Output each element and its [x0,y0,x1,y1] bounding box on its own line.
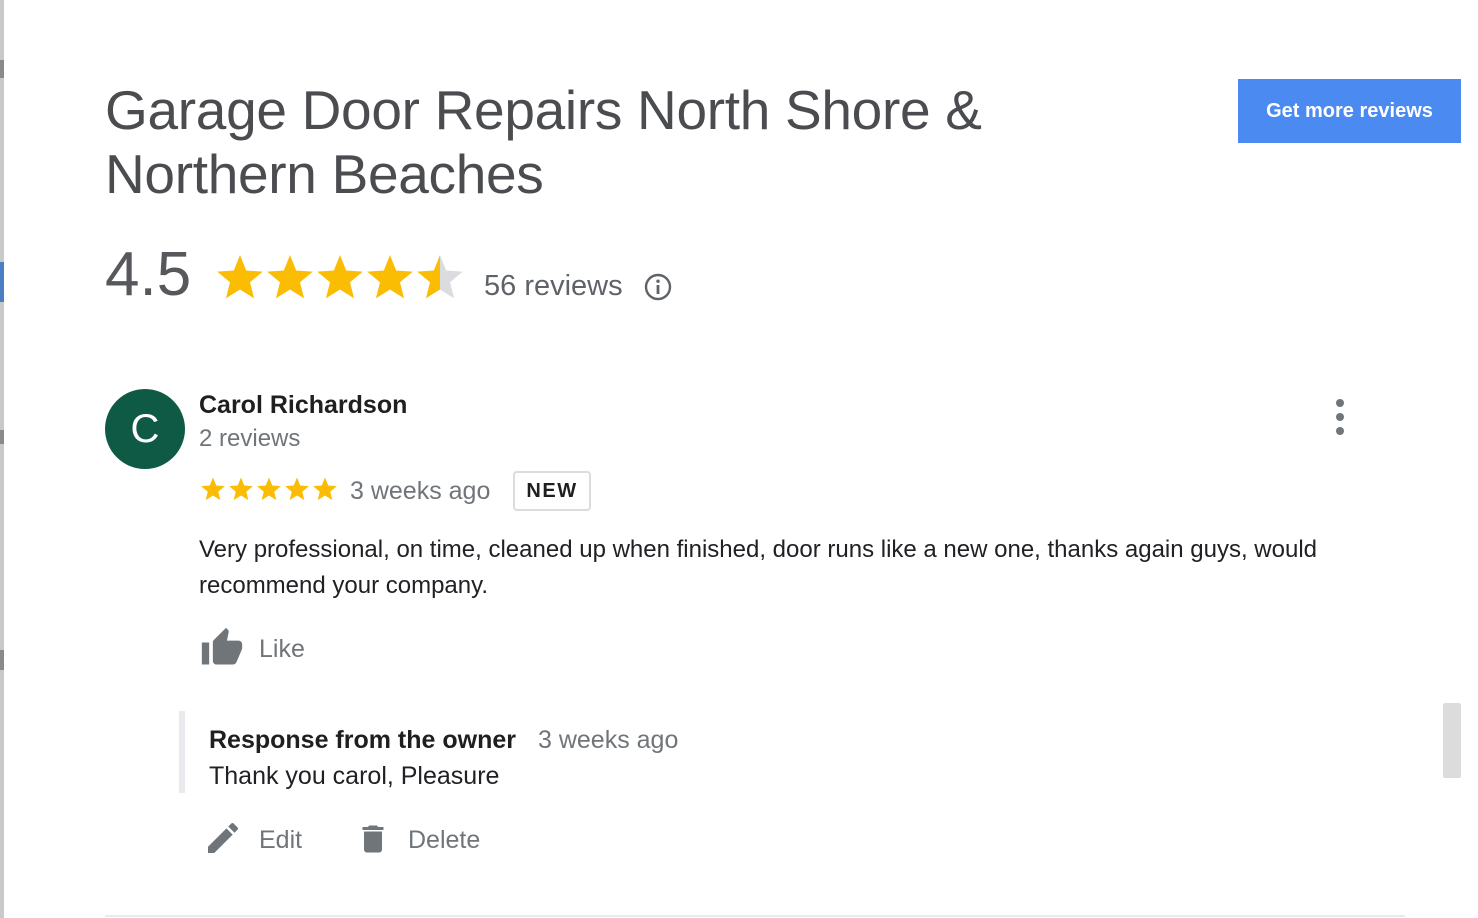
edit-response-button[interactable]: Edit [203,814,323,864]
rating-stars [217,255,463,299]
owner-response: Response from the owner 3 weeks ago Than… [179,711,1085,793]
info-circle-icon[interactable] [643,272,673,302]
pencil-icon [208,822,239,853]
more-vertical-icon[interactable] [1325,397,1355,437]
edge-mark [0,430,4,444]
reviewer-name[interactable]: Carol Richardson [199,390,407,420]
business-title-line1: Garage Door Repairs North Shore & [105,79,982,141]
window-left-edge [0,0,4,918]
star-icon [313,477,337,501]
star-icon [217,255,263,299]
scrollbar-thumb[interactable] [1443,703,1461,778]
review-page: Garage Door Repairs North Shore & Northe… [0,0,1478,918]
review-divider [105,915,1405,917]
star-icon [201,477,225,501]
star-icon [367,255,413,299]
edit-label: Edit [259,826,303,854]
avatar[interactable]: C [105,389,185,469]
delete-label: Delete [408,826,481,854]
review-count-link[interactable]: 56 reviews [484,266,623,306]
star-icon [285,477,309,501]
edge-mark [0,60,4,78]
star-icon [257,477,281,501]
get-more-reviews-button[interactable]: Get more reviews [1238,79,1461,143]
response-time: 3 weeks ago [538,726,679,754]
star-icon [317,255,363,299]
star-icon [417,255,463,299]
reviewer-review-count: 2 reviews [199,425,301,452]
new-badge: NEW [513,471,591,511]
like-label: Like [259,635,305,663]
response-text: Thank you carol, Pleasure [209,762,500,790]
business-title: Garage Door Repairs North Shore & Northe… [105,78,1105,206]
review-time: 3 weeks ago [350,477,491,505]
star-icon [267,255,313,299]
edge-mark [0,262,4,302]
review-text: Very professional, on time, cleaned up w… [199,536,1318,599]
trash-icon [362,825,384,853]
star-icon [229,477,253,501]
response-title: Response from the owner [209,726,516,754]
thumbs-up-icon [201,627,243,665]
delete-response-button[interactable]: Delete [355,814,505,864]
business-title-line2: Northern Beaches [105,143,544,205]
like-button[interactable]: Like [199,622,329,672]
review-stars [201,477,337,501]
rating-value: 4.5 [105,240,192,309]
edge-mark [0,650,4,670]
